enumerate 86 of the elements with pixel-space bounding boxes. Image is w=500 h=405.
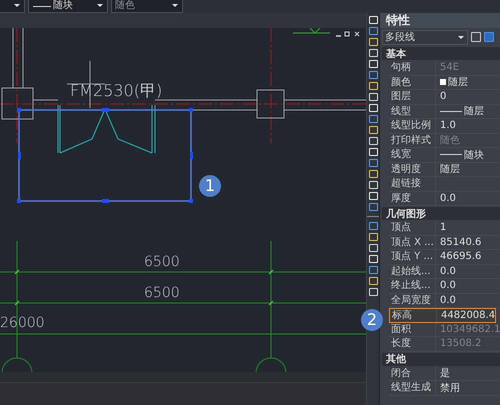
property-row[interactable]: 终止线... 0.0 [389, 279, 500, 294]
property-label: 面积 [389, 322, 436, 336]
property-label: 线型比例 [389, 119, 436, 132]
property-value: 0.0 [440, 280, 456, 292]
property-label: 线型 [389, 104, 436, 118]
property-label: 线宽 [389, 148, 436, 162]
property-row[interactable]: 闭合 是 [389, 366, 500, 381]
property-value: 46695.6 [440, 251, 482, 262]
property-value: 0.0 [440, 192, 456, 204]
property-label: 起始线... [389, 264, 436, 278]
property-label: 颜色 [389, 76, 436, 89]
property-row[interactable]: 长度 13508.2 [389, 337, 500, 352]
property-value: 0 [440, 91, 446, 102]
panel-title: 特性 [380, 13, 500, 28]
section-header[interactable]: 基本 [382, 47, 500, 60]
property-value: 是 [440, 367, 450, 380]
property-value: 0.0 [440, 266, 456, 277]
dropdown[interactable] [0, 0, 25, 13]
property-label: 终止线... [389, 279, 436, 292]
selected-polyline[interactable] [17, 108, 193, 203]
property-value: 4482008.4 [441, 310, 496, 321]
property-value: 10349682.1 [440, 324, 500, 335]
property-value: 85140.6 [440, 236, 482, 248]
property-row[interactable]: 句柄 54E [389, 61, 500, 76]
caret-icon [14, 4, 20, 7]
color-swatch [440, 79, 446, 86]
property-label: 打印样式 [389, 134, 436, 147]
close-icon[interactable] [354, 32, 360, 36]
dimension-text: 6500 [144, 254, 180, 270]
property-value: 0.0 [440, 294, 456, 306]
property-row[interactable]: 标高 4482008.4 [389, 308, 496, 322]
property-value: 随层 [464, 105, 484, 118]
property-row[interactable]: 线型 随层 [389, 104, 500, 119]
property-row[interactable]: 线宽 随块 [389, 148, 500, 162]
property-row[interactable]: 颜色 随层 [389, 76, 500, 90]
property-label: 超链接 [389, 177, 436, 190]
property-label: 句柄 [389, 61, 436, 74]
object-type-dropdown[interactable]: 多段线 [382, 30, 468, 44]
property-row[interactable]: 图层 0 [389, 90, 500, 104]
property-row[interactable]: 打印样式 随色 [389, 134, 500, 148]
property-value: 随块 [464, 148, 484, 162]
property-value: 54E [440, 62, 460, 74]
ucs-icon [292, 28, 330, 34]
section-header[interactable]: 其他 [382, 352, 500, 366]
property-label: 透明度 [389, 162, 436, 176]
section-header[interactable]: 几何图形 [382, 207, 500, 220]
property-label: 标高 [390, 309, 437, 322]
property-row[interactable]: 顶点 1 [389, 221, 500, 236]
property-row[interactable]: 超链接 [389, 177, 500, 192]
property-label: 顶点 X ... [389, 236, 436, 249]
linetype-sample [440, 110, 462, 112]
property-row[interactable]: 透明度 随层 [389, 162, 500, 177]
property-row[interactable]: 面积 10349682.1 [389, 322, 500, 337]
property-label: 长度 [389, 337, 436, 350]
caret-icon [172, 4, 178, 7]
property-label: 顶点 [389, 221, 436, 234]
caret-icon [97, 4, 103, 7]
restore-icon[interactable] [344, 32, 350, 36]
property-value: 13508.2 [440, 338, 482, 350]
property-label: 顶点 Y ... [389, 250, 436, 264]
property-row[interactable]: 厚度 0.0 [389, 192, 500, 206]
copy-icon[interactable] [471, 32, 481, 42]
property-value: 禁用 [440, 382, 460, 395]
property-row[interactable]: 顶点 X ... 85140.6 [389, 236, 500, 250]
property-label: 线型生成 [389, 381, 436, 394]
minimize-icon[interactable] [336, 35, 341, 37]
property-value: 随层 [440, 163, 460, 176]
property-row[interactable]: 起始线... 0.0 [389, 264, 500, 279]
property-value: 1.0 [440, 120, 456, 132]
property-row[interactable]: 线型生成 禁用 [389, 381, 500, 396]
property-label: 闭合 [389, 366, 436, 380]
property-row[interactable]: 顶点 Y ... 46695.6 [389, 250, 500, 264]
linetype-sample [440, 154, 462, 156]
property-row[interactable]: 线型比例 1.0 [389, 119, 500, 134]
caret-icon [458, 36, 464, 38]
axis-bubble [256, 358, 286, 372]
axis-bubble [2, 358, 32, 372]
linetype-dropdown[interactable]: 随块 [28, 0, 108, 13]
property-label: 厚度 [389, 192, 436, 205]
property-value: 随层 [448, 76, 468, 90]
property-value: 随色 [440, 134, 460, 148]
property-label: 图层 [389, 90, 436, 104]
color-dropdown[interactable]: 随色 [111, 0, 183, 13]
property-label: 全局宽度 [389, 294, 436, 307]
property-value: 1 [440, 222, 446, 234]
dimension-text: 6500 [144, 285, 180, 301]
